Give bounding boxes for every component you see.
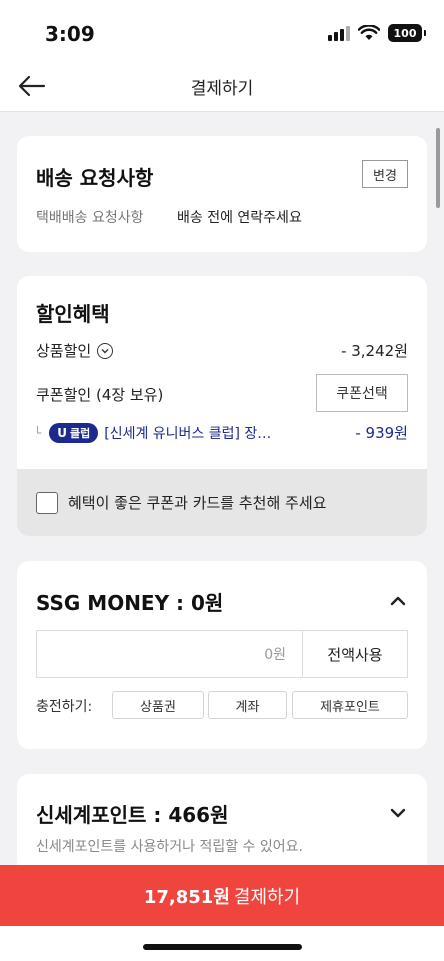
chevron-up-icon[interactable] <box>386 589 410 613</box>
uclub-badge-text: 클럽 <box>69 426 91 440</box>
coupon-amount: - 939원 <box>355 424 408 442</box>
recommend-option[interactable]: 혜택이 좋은 쿠폰과 카드를 추천해 주세요 <box>17 469 427 536</box>
applied-coupon-row[interactable]: └ U 클럽 [신세계 유니버스 클럽] 장… - 939원 <box>34 422 408 443</box>
shipping-title: 배송 요청사항 <box>36 166 154 190</box>
bottom-safe-area <box>0 926 444 961</box>
coupon-discount-row: 쿠폰할인 (4장 보유) <box>36 384 287 405</box>
coupon-name: [신세계 유니버스 클럽] 장… <box>104 425 272 442</box>
charge-partner-points-button[interactable]: 제휴포인트 <box>292 691 408 719</box>
chevron-down-icon[interactable] <box>386 801 410 825</box>
header-bar: 결제하기 <box>0 60 444 112</box>
home-indicator[interactable] <box>143 944 302 950</box>
discount-card: 할인혜택 상품할인 - 3,242원 쿠폰할인 (4장 보유) 쿠폰선택 └ U… <box>17 276 427 536</box>
points-title: 신세계포인트 : 466원 <box>36 803 229 827</box>
coupon-discount-label: 쿠폰할인 (4장 보유) <box>36 386 164 404</box>
battery-icon: 100 <box>388 24 426 42</box>
ssg-money-title: SSG MONEY : 0원 <box>36 591 224 615</box>
status-bar: 3:09 100 <box>0 0 444 60</box>
recommend-text: 혜택이 좋은 쿠폰과 카드를 추천해 주세요 <box>68 494 327 512</box>
scrollbar[interactable] <box>436 128 440 208</box>
pay-label: 결제하기 <box>233 886 301 908</box>
charge-label: 충전하기: <box>36 699 93 715</box>
wifi-icon <box>358 25 380 40</box>
charge-gift-card-button[interactable]: 상품권 <box>112 691 204 719</box>
ssg-money-card: SSG MONEY : 0원 0원 전액사용 충전하기: 상품권 계좌 제휴포인… <box>17 561 427 749</box>
shipping-method-label: 택배배송 요청사항 <box>36 210 144 226</box>
pay-amount: 17,851원 <box>143 886 230 908</box>
page-title: 결제하기 <box>190 79 254 99</box>
ssg-money-input[interactable]: 0원 <box>37 631 303 677</box>
uclub-badge: U 클럽 <box>49 422 99 443</box>
status-icons: 100 <box>328 24 426 42</box>
points-description: 신세계포인트를 사용하거나 적립할 수 있어요. <box>36 839 303 855</box>
uclub-badge-letter: U <box>57 425 67 440</box>
shipping-request-card: 배송 요청사항 변경 택배배송 요청사항 배송 전에 연락주세요 <box>17 136 427 252</box>
status-time: 3:09 <box>45 22 95 46</box>
cellular-signal-icon <box>328 25 350 41</box>
shipping-request-value: 배송 전에 연락주세요 <box>177 210 302 226</box>
ssg-money-input-group: 0원 전액사용 <box>36 630 408 678</box>
shinsegae-points-card: 신세계포인트 : 466원 신세계포인트를 사용하거나 적립할 수 있어요. <box>17 774 427 874</box>
charge-account-button[interactable]: 계좌 <box>208 691 287 719</box>
product-discount-amount: - 3,242원 <box>341 342 408 360</box>
indent-corner-icon: └ <box>34 425 42 440</box>
product-discount-row: 상품할인 - 3,242원 <box>36 340 408 361</box>
use-all-button[interactable]: 전액사용 <box>303 631 407 677</box>
discount-title: 할인혜택 <box>36 302 110 326</box>
chevron-down-circle-icon[interactable] <box>97 342 114 359</box>
shipping-change-button[interactable]: 변경 <box>362 160 408 188</box>
product-discount-label: 상품할인 <box>36 342 92 360</box>
coupon-select-button[interactable]: 쿠폰선택 <box>316 374 408 412</box>
pay-button[interactable]: 17,851원 결제하기 <box>0 865 444 926</box>
recommend-checkbox[interactable] <box>36 491 58 514</box>
